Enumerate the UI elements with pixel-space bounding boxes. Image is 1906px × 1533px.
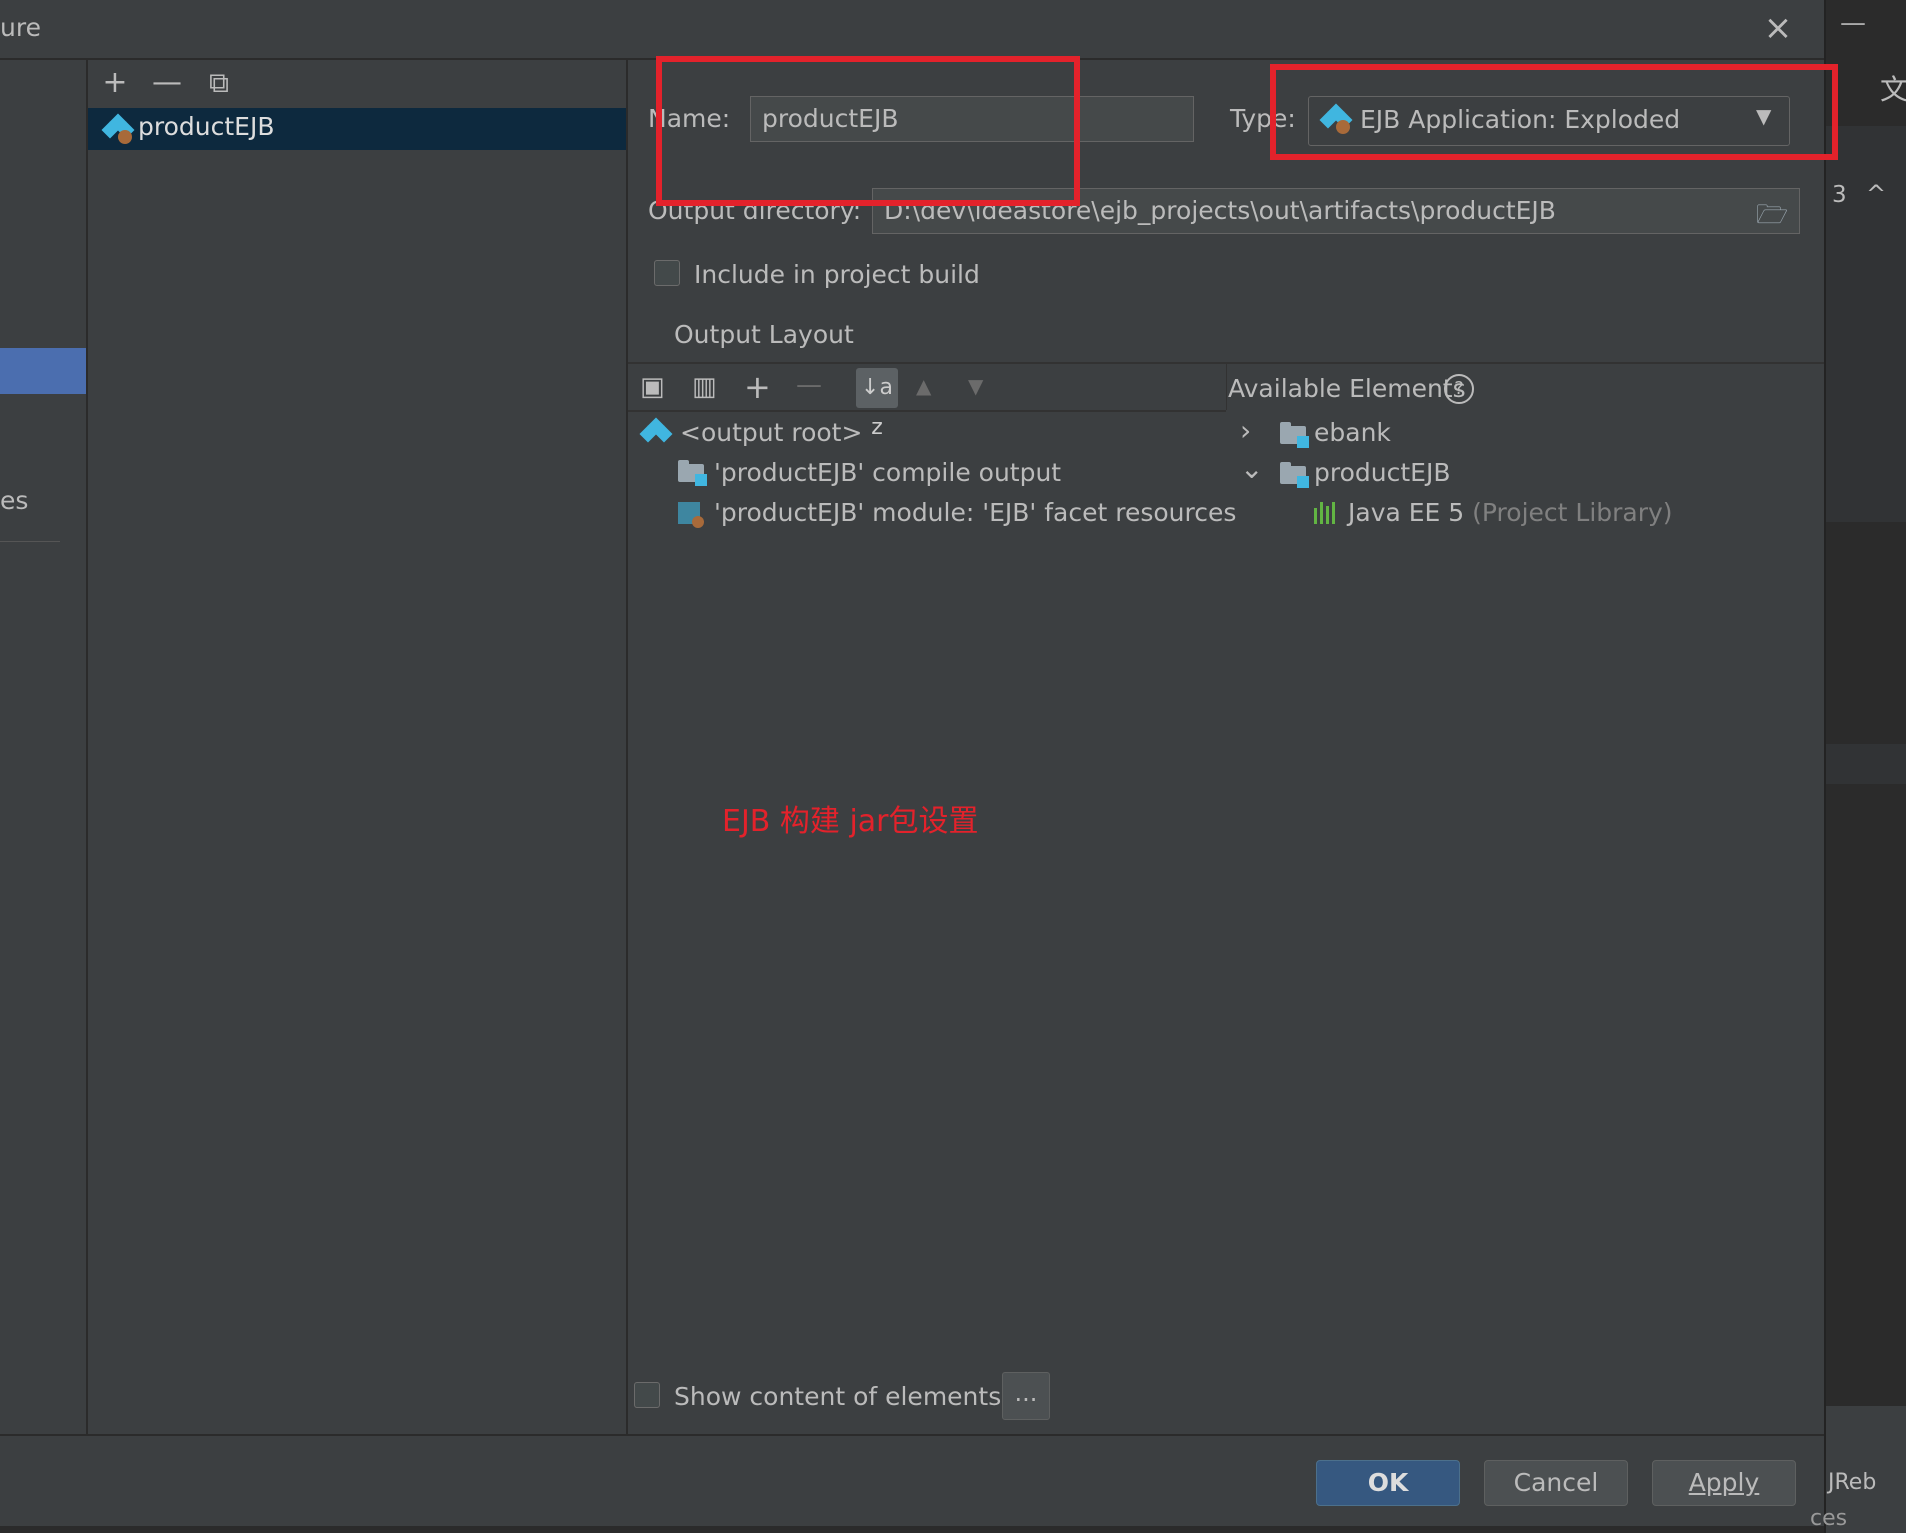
- available-item-ebank[interactable]: ebank: [1314, 418, 1391, 447]
- chevron-right-icon[interactable]: ›: [1240, 414, 1251, 447]
- add-element-icon[interactable]: +: [744, 368, 771, 406]
- ejb-icon: [101, 113, 135, 144]
- library-icon: [1314, 502, 1340, 524]
- background-statusbar: [0, 1526, 1824, 1533]
- move-down-icon[interactable]: ▼: [968, 374, 983, 398]
- nav-separator: [0, 541, 60, 542]
- background-ide-strip: [1824, 0, 1906, 1533]
- annotation-box-name: [656, 56, 1080, 206]
- show-content-options-button[interactable]: ...: [1002, 1372, 1050, 1420]
- create-archive-icon[interactable]: ▥: [692, 372, 717, 402]
- include-in-build-checkbox[interactable]: [654, 260, 680, 286]
- remove-element-icon[interactable]: —: [796, 370, 822, 400]
- jrebel-label[interactable]: JReb: [1828, 1470, 1876, 1495]
- nav-item-partial[interactable]: es: [0, 486, 28, 515]
- bottom-separator: [0, 1434, 1824, 1436]
- browse-folder-icon[interactable]: 🗁: [1756, 196, 1788, 240]
- artifact-list-item-label[interactable]: productEJB: [138, 112, 274, 141]
- dialog-title: ure: [0, 13, 41, 42]
- nav-item-artifacts-selected[interactable]: [0, 348, 86, 394]
- ok-button[interactable]: OK: [1316, 1460, 1460, 1506]
- add-artifact-button[interactable]: +: [98, 68, 132, 102]
- remove-artifact-button[interactable]: —: [150, 68, 184, 102]
- artifact-list-panel: [88, 60, 628, 1434]
- minimize-icon[interactable]: —: [1840, 8, 1866, 38]
- new-directory-icon[interactable]: ▣: [640, 372, 665, 402]
- annotation-note: EJB 构建 jar包设置: [722, 804, 979, 839]
- tree-item-compile-output[interactable]: 'productEJB' compile output: [714, 458, 1061, 487]
- module-folder-icon: [1280, 462, 1309, 488]
- show-content-label[interactable]: Show content of elements: [674, 1382, 1001, 1411]
- output-root-icon: [639, 417, 673, 448]
- tree-item-output-root[interactable]: <output root>: [680, 418, 862, 447]
- cancel-button[interactable]: Cancel: [1484, 1460, 1628, 1506]
- apply-button[interactable]: Apply: [1652, 1460, 1796, 1506]
- output-layout-tab[interactable]: Output Layout: [674, 320, 854, 349]
- background-number: 3: [1832, 182, 1847, 208]
- library-name: Java EE 5: [1348, 498, 1465, 527]
- module-folder-icon: [1280, 422, 1309, 448]
- layout-vertical-separator: [1226, 364, 1227, 410]
- show-content-checkbox[interactable]: [634, 1382, 660, 1408]
- dialog-titlebar: [0, 0, 1824, 60]
- caret-up-icon[interactable]: ^: [1866, 180, 1886, 208]
- available-item-productejb[interactable]: productEJB: [1314, 458, 1450, 487]
- available-item-javaee5[interactable]: Java EE 5 (Project Library): [1348, 498, 1673, 527]
- annotation-box-type: [1270, 64, 1838, 160]
- tree-item-facet-resources[interactable]: 'productEJB' module: 'EJB' facet resourc…: [714, 498, 1236, 527]
- include-in-build-label[interactable]: Include in project build: [694, 260, 980, 289]
- move-up-icon[interactable]: ▲: [916, 374, 931, 398]
- translate-icon[interactable]: 文: [1880, 68, 1906, 108]
- available-elements-label: Available Elements: [1228, 374, 1466, 403]
- sort-elements-icon[interactable]: ↓a z: [856, 368, 898, 440]
- help-icon[interactable]: ?: [1444, 374, 1474, 404]
- close-icon[interactable]: ×: [1760, 10, 1796, 46]
- library-scope: (Project Library): [1472, 498, 1673, 527]
- settings-nav: [0, 60, 88, 1434]
- ejb-facet-icon: [678, 502, 704, 528]
- chevron-down-icon[interactable]: ⌄: [1240, 452, 1263, 485]
- layout-tree-separator: [628, 410, 1226, 412]
- folder-icon: [678, 460, 707, 486]
- copy-artifact-button[interactable]: ⧉: [202, 68, 236, 102]
